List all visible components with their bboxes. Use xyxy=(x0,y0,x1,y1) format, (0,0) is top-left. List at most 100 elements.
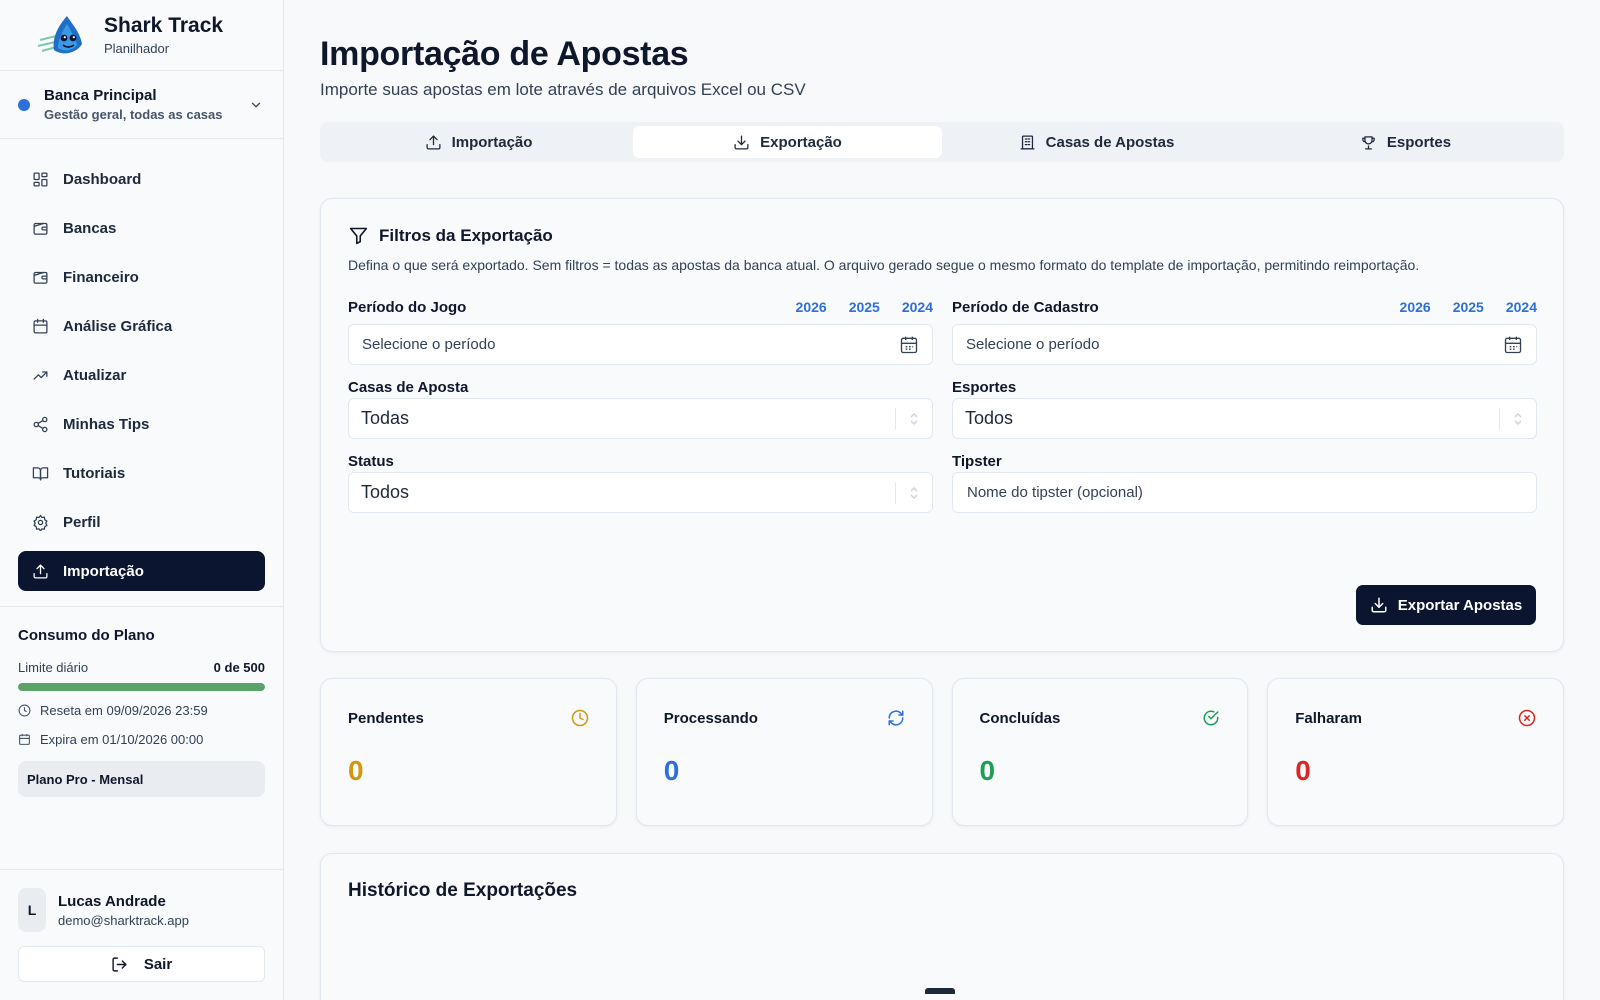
nav-item-financeiro[interactable]: Financeiro xyxy=(18,257,265,297)
bank-name: Banca Principal xyxy=(44,87,157,104)
nav-item-label: Minhas Tips xyxy=(63,415,150,433)
nav-item-minhas-tips[interactable]: Minhas Tips xyxy=(18,404,265,444)
sports-label: Esportes xyxy=(952,379,1017,396)
stat-value: 0 xyxy=(979,755,996,786)
tab-bar: Importação Exportação Casas de Apostas E… xyxy=(320,122,1564,162)
plan-progress-fill xyxy=(18,683,265,691)
sports-value: Todos xyxy=(965,408,1014,428)
book-icon xyxy=(32,466,49,481)
register-period-placeholder: Selecione o período xyxy=(966,336,1100,353)
wallet-icon xyxy=(33,271,48,284)
status-field: Status Todos xyxy=(348,453,933,513)
refresh-icon xyxy=(888,710,903,726)
tab-esportes[interactable]: Esportes xyxy=(1251,126,1560,158)
plan-limit-label: Limite diário xyxy=(18,660,89,675)
wallet-icon xyxy=(33,222,48,235)
shark-logo-icon xyxy=(37,16,82,54)
nav-item-label: Financeiro xyxy=(63,268,139,286)
plan-reset: Reseta em 09/09/2026 23:59 xyxy=(18,703,265,718)
year-2025-link[interactable]: 2025 xyxy=(849,299,880,315)
plan-reset-text: Reseta em 09/09/2026 23:59 xyxy=(40,703,208,718)
gear-icon xyxy=(33,514,48,531)
filter-icon xyxy=(349,227,368,245)
brand[interactable]: Shark Track Planilhador xyxy=(0,0,283,71)
tipster-label: Tipster xyxy=(952,453,1002,470)
game-period-picker[interactable]: Selecione o período xyxy=(348,324,933,365)
plan-limit-value: 0 de 500 xyxy=(213,660,265,675)
stat-label: Falharam xyxy=(1295,709,1362,727)
download-icon xyxy=(1371,597,1387,613)
register-period-years: 2026 2025 2024 xyxy=(1400,299,1537,315)
bank-description: Gestão geral, todas as casas xyxy=(44,107,223,122)
tipster-input[interactable]: Nome do tipster (opcional) xyxy=(952,472,1537,513)
houses-label: Casas de Aposta xyxy=(348,379,469,396)
calendar-icon xyxy=(900,336,918,353)
user-email: demo@sharktrack.app xyxy=(58,912,189,928)
calendar-icon xyxy=(33,318,48,334)
game-period-field: Período do Jogo 2026 2025 2024 Selecione… xyxy=(348,296,933,365)
stat-card-pendentes: Pendentes 0 xyxy=(320,678,617,826)
nav-item-atualizar[interactable]: Atualizar xyxy=(18,355,265,395)
filters-grid: Período do Jogo 2026 2025 2024 Selecione… xyxy=(348,296,1537,513)
chevron-updown-icon xyxy=(910,412,918,425)
nav-item-tutoriais[interactable]: Tutoriais xyxy=(18,453,265,493)
tab-exportacao[interactable]: Exportação xyxy=(633,126,942,158)
plan-expiry-text: Expira em 01/10/2026 00:00 xyxy=(40,732,204,747)
year-2024-link[interactable]: 2024 xyxy=(1506,299,1537,315)
nav-item-bancas[interactable]: Bancas xyxy=(18,208,265,248)
nav-item-analise-grafica[interactable]: Análise Gráfica xyxy=(18,306,265,346)
logout-button[interactable]: Sair xyxy=(18,946,265,982)
houses-field: Casas de Aposta Todas xyxy=(348,379,933,439)
main-content: Importação de Apostas Importe suas apost… xyxy=(320,0,1564,1000)
export-history-card: Histórico de Exportações xyxy=(320,853,1564,1000)
nav-item-label: Bancas xyxy=(63,219,117,237)
upload-icon xyxy=(33,563,48,579)
year-2024-link[interactable]: 2024 xyxy=(902,299,933,315)
plan-expiry: Expira em 01/10/2026 00:00 xyxy=(18,732,265,747)
year-2026-link[interactable]: 2026 xyxy=(796,299,827,315)
logout-label: Sair xyxy=(143,955,173,973)
clock-icon xyxy=(18,704,31,717)
trophy-icon xyxy=(1362,135,1375,150)
export-bets-button[interactable]: Exportar Apostas xyxy=(1356,585,1536,625)
calendar-icon xyxy=(1504,336,1522,353)
stat-label: Processando xyxy=(663,709,758,727)
history-title: Histórico de Exportações xyxy=(348,880,578,901)
tab-importacao[interactable]: Importação xyxy=(324,126,633,158)
register-period-label: Período de Cadastro xyxy=(952,298,1099,316)
tab-casas-de-apostas[interactable]: Casas de Apostas xyxy=(942,126,1251,158)
year-2025-link[interactable]: 2025 xyxy=(1453,299,1484,315)
stat-card-concluidas: Concluídas 0 xyxy=(951,678,1249,826)
trending-up-icon xyxy=(33,370,48,380)
nav-item-importacao[interactable]: Importação xyxy=(18,551,265,591)
filters-description: Defina o que será exportado. Sem filtros… xyxy=(348,257,1420,273)
x-circle-icon xyxy=(1518,709,1536,727)
page-title: Importação de Apostas xyxy=(320,35,689,73)
game-period-years: 2026 2025 2024 xyxy=(796,299,933,315)
nav-item-label: Atualizar xyxy=(63,366,127,384)
chevron-updown-icon xyxy=(910,486,918,499)
sidebar: Shark Track Planilhador Banca Principal … xyxy=(0,0,284,1000)
building-icon xyxy=(1020,134,1035,150)
tab-label: Exportação xyxy=(760,133,842,151)
register-period-field: Período de Cadastro 2026 2025 2024 Selec… xyxy=(952,296,1537,365)
bank-selector[interactable]: Banca Principal Gestão geral, todas as c… xyxy=(0,71,283,139)
nav-item-label: Importação xyxy=(63,562,144,580)
brand-subtitle: Planilhador xyxy=(104,41,170,56)
user-name: Lucas Andrade xyxy=(58,892,166,910)
year-2026-link[interactable]: 2026 xyxy=(1400,299,1431,315)
stat-value: 0 xyxy=(663,755,680,786)
avatar: L xyxy=(18,888,46,932)
nav-item-dashboard[interactable]: Dashboard xyxy=(18,159,265,199)
chevron-updown-icon xyxy=(1514,412,1522,425)
nav-item-perfil[interactable]: Perfil xyxy=(18,502,265,542)
register-period-picker[interactable]: Selecione o período xyxy=(952,324,1537,365)
stat-value: 0 xyxy=(348,755,364,786)
export-button-label: Exportar Apostas xyxy=(1397,596,1523,614)
logout-icon xyxy=(112,956,127,972)
status-select[interactable]: Todos xyxy=(348,472,933,513)
status-value: Todos xyxy=(361,482,410,502)
sports-select[interactable]: Todos xyxy=(952,398,1537,439)
houses-select[interactable]: Todas xyxy=(348,398,933,439)
plan-limit-row: Limite diário 0 de 500 xyxy=(18,660,265,675)
